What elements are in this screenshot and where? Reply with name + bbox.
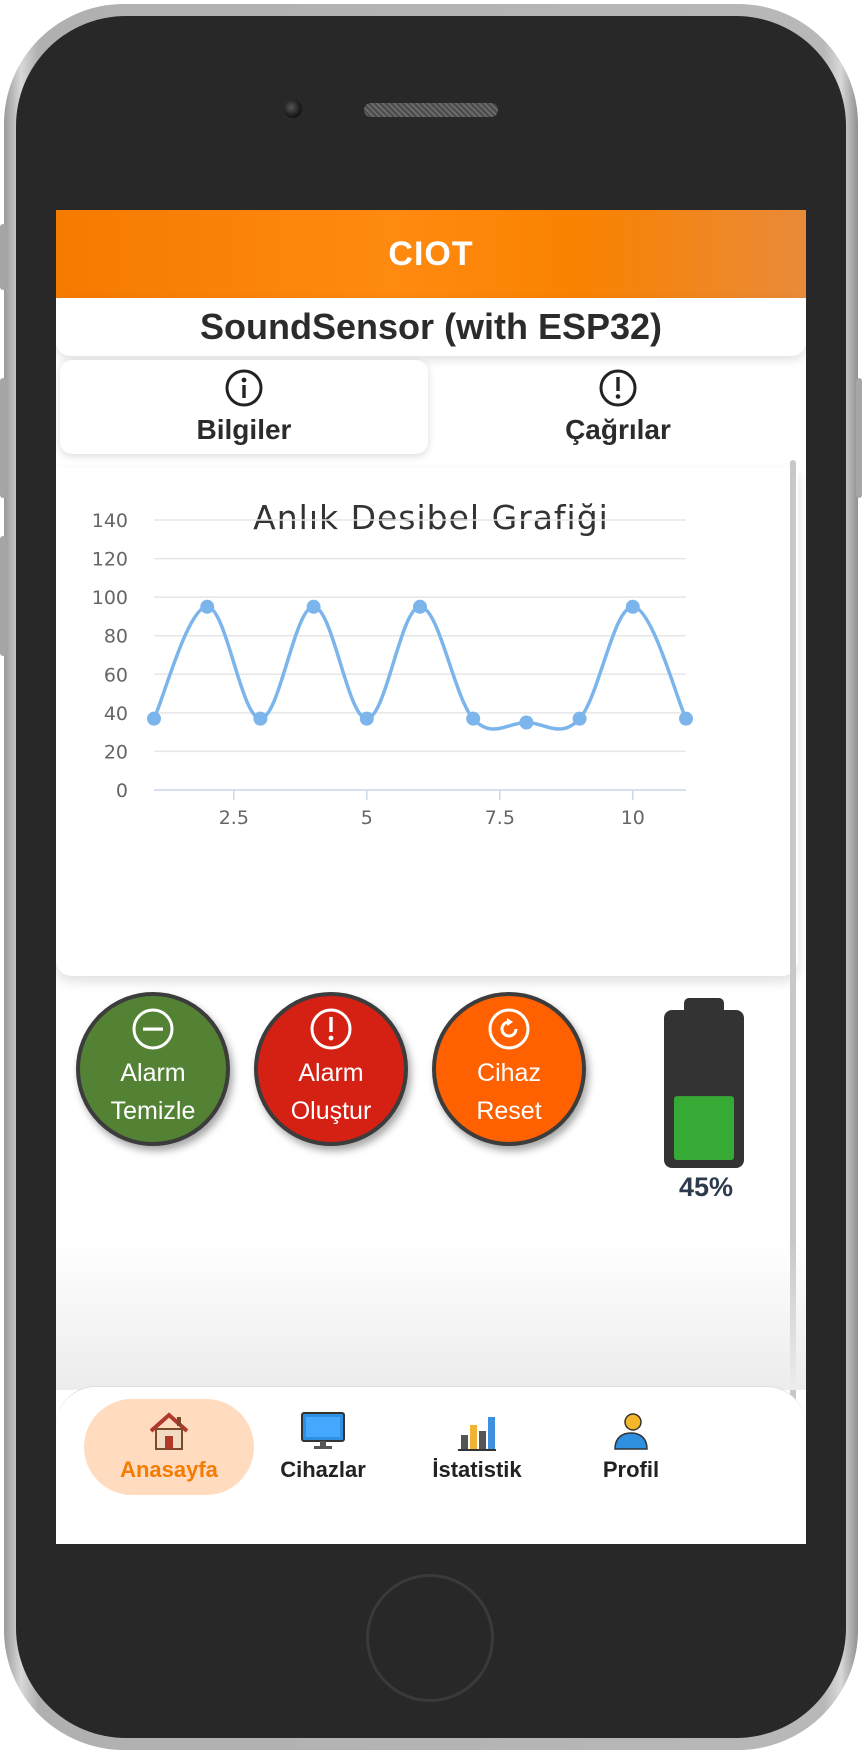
side-button-power [856, 378, 862, 498]
action-label-line2: Oluştur [290, 1097, 372, 1125]
action-label-line2: Temizle [110, 1097, 196, 1125]
y-tick-label: 80 [104, 626, 128, 648]
side-button-mute [0, 224, 6, 290]
app-header: CIOT [56, 210, 806, 298]
y-tick-label: 100 [92, 587, 128, 609]
y-tick-label: 20 [104, 741, 128, 763]
alert-circle-icon [599, 369, 637, 407]
x-tick-label: 2.5 [219, 807, 249, 829]
device-name: SoundSensor (with ESP32) [199, 306, 663, 347]
tab-cagrilar[interactable]: Çağrılar [434, 360, 802, 454]
data-point [147, 711, 161, 726]
monitor-icon [301, 1412, 345, 1449]
nav-label: İstatistik [432, 1457, 522, 1482]
x-tick-label: 7.5 [485, 807, 515, 829]
data-point [625, 599, 640, 614]
data-point [306, 599, 321, 614]
app-screen: CIOT SoundSensor (with ESP32) Bilgiler Ç… [56, 210, 806, 1544]
y-tick-label: 140 [92, 510, 128, 532]
nav-profile[interactable]: Profil [546, 1399, 716, 1495]
y-tick-label: 120 [92, 549, 128, 571]
user-icon [614, 1413, 648, 1450]
tab-bar: Bilgiler Çağrılar [56, 360, 806, 460]
tab-label: Bilgiler [196, 414, 292, 445]
x-tick-label: 5 [361, 807, 373, 829]
chart-card: Anlık Desibel Grafiği 0 20 40 60 80 100 120 140… [56, 468, 798, 976]
action-label-line1: Cihaz [477, 1059, 541, 1087]
alert-circle-icon [310, 1008, 352, 1050]
nav-home[interactable]: Anasayfa [84, 1399, 254, 1495]
series-line [152, 605, 688, 731]
data-point [466, 711, 481, 726]
battery-level-fill [674, 1096, 734, 1160]
decibel-line-chart: 0 20 40 60 80 100 120 140 2.5 5 7.5 10 [92, 510, 693, 829]
nav-label: Cihazlar [280, 1457, 366, 1482]
device-reset-button[interactable]: Cihaz Reset [432, 992, 586, 1146]
info-circle-icon [225, 369, 263, 407]
minus-circle-icon [132, 1008, 174, 1050]
action-label-line1: Alarm [298, 1059, 364, 1087]
data-point [679, 711, 693, 726]
app-title: CIOT [388, 234, 474, 273]
data-point [253, 711, 268, 726]
data-point [359, 711, 374, 726]
y-tick-label: 0 [116, 780, 128, 802]
create-alarm-button[interactable]: Alarm Oluştur [254, 992, 408, 1146]
data-point [519, 715, 534, 730]
home-icon [149, 1412, 189, 1450]
data-point [413, 599, 427, 614]
clear-alarm-button[interactable]: Alarm Temizle [76, 992, 230, 1146]
nav-devices[interactable]: Cihazlar [238, 1399, 408, 1495]
tab-label: Çağrılar [565, 414, 671, 445]
action-label-line2: Reset [476, 1097, 542, 1125]
battery-percent: 45% [678, 1172, 734, 1202]
tab-bilgiler[interactable]: Bilgiler [60, 360, 428, 454]
nav-label: Profil [602, 1457, 660, 1482]
earpiece-speaker [364, 103, 498, 117]
x-tick-label: 10 [621, 807, 645, 829]
nav-label: Anasayfa [120, 1457, 218, 1482]
nav-statistics[interactable]: İstatistik [392, 1399, 562, 1495]
content-fade [56, 1240, 806, 1390]
device-card: SoundSensor (with ESP32) [56, 298, 806, 356]
data-point [200, 599, 215, 614]
front-camera [284, 100, 302, 118]
side-button-volume-up [0, 378, 6, 498]
y-tick-label: 40 [104, 703, 128, 725]
home-button[interactable] [366, 1574, 494, 1702]
refresh-icon [488, 1008, 530, 1050]
data-point [572, 711, 587, 726]
side-button-volume-down [0, 536, 6, 656]
bottom-nav: Anasayfa Cihazlar İstatistik Profil [56, 1386, 806, 1544]
bar-chart-icon [458, 1417, 496, 1451]
battery-icon [664, 998, 744, 1168]
y-tick-label: 60 [104, 664, 128, 686]
action-label-line1: Alarm [120, 1059, 186, 1087]
